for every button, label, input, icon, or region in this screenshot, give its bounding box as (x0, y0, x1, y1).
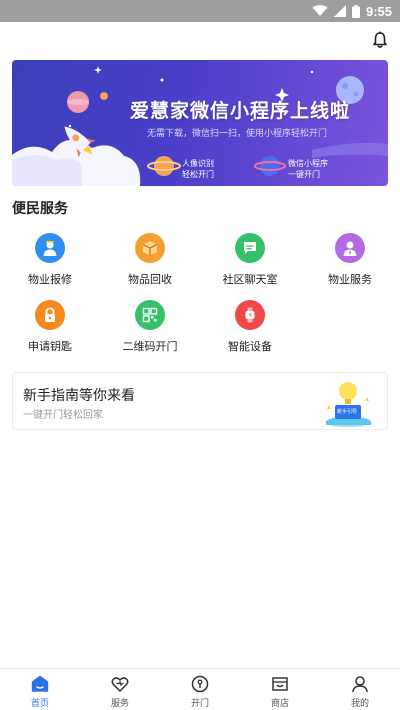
door-open-icon (190, 674, 210, 694)
guide-illustration: 新手引导 (321, 379, 375, 429)
service-label: 物业服务 (328, 273, 372, 286)
tab-service[interactable]: 服务 (80, 669, 160, 710)
bottom-tab-bar: 首页 服务 开门 商店 我的 (0, 668, 400, 710)
banner-feature-face-line1: 人像识别 (182, 159, 214, 168)
tab-service-label: 服务 (110, 699, 129, 709)
tab-open-door[interactable]: 开门 (160, 669, 240, 710)
banner-feature-miniprogram-line2: 一键开门 (288, 170, 320, 179)
service-community-chat[interactable]: 社区聊天室 (210, 233, 290, 287)
smart-watch-icon (235, 300, 265, 330)
tab-mine-label: 我的 (350, 699, 369, 709)
banner-title: 爱慧家微信小程序上线啦 (130, 100, 351, 122)
user-icon (350, 674, 370, 694)
tab-home-label: 首页 (30, 699, 49, 709)
promo-banner[interactable]: 爱慧家微信小程序上线啦 无需下载，微信扫一扫，使用小程序轻松开门 人像识别 轻松… (12, 60, 388, 186)
service-label: 社区聊天室 (222, 273, 278, 286)
beginner-guide-card[interactable]: 新手指南等你来看 一键开门轻松回家 新手引导 (12, 372, 388, 430)
service-item-recycle[interactable]: 物品回收 (110, 233, 190, 287)
repair-person-icon (35, 233, 65, 263)
wifi-icon (312, 5, 328, 17)
banner-subtitle: 无需下载，微信扫一扫，使用小程序轻松开门 (147, 129, 328, 139)
heart-icon (110, 674, 130, 694)
service-label: 物品回收 (128, 273, 172, 286)
banner-feature-miniprogram-line1: 微信小程序 (288, 159, 328, 168)
battery-icon (351, 4, 360, 18)
service-smart-device[interactable]: 智能设备 (210, 300, 290, 354)
signal-icon (333, 5, 346, 17)
status-bar: 9:55 (0, 0, 400, 22)
service-property-service[interactable]: 物业服务 (310, 233, 390, 287)
box-icon (135, 233, 165, 263)
service-label: 二维码开门 (122, 340, 178, 353)
lock-icon (35, 300, 65, 330)
tab-shop-label: 商店 (270, 699, 289, 709)
banner-feature-face-line2: 轻松开门 (182, 170, 214, 179)
service-property-repair[interactable]: 物业报修 (10, 233, 90, 287)
staff-icon (335, 233, 365, 263)
guide-title: 新手指南等你来看 (23, 388, 135, 404)
qr-code-icon (135, 300, 165, 330)
banner-feature-face: 人像识别 轻松开门 (182, 158, 214, 180)
bell-icon[interactable] (370, 30, 390, 50)
shop-icon (270, 674, 290, 694)
service-qr-door[interactable]: 二维码开门 (110, 300, 190, 354)
guide-badge: 新手引导 (337, 409, 358, 415)
guide-subtitle: 一键开门轻松回家 (23, 410, 103, 421)
service-label: 申请钥匙 (28, 340, 72, 353)
tab-mine[interactable]: 我的 (320, 669, 400, 710)
tab-shop[interactable]: 商店 (240, 669, 320, 710)
chat-bubble-icon (235, 233, 265, 263)
home-icon (30, 674, 50, 694)
banner-feature-miniprogram: 微信小程序 一键开门 (288, 158, 328, 180)
top-bar (0, 22, 400, 58)
service-apply-key[interactable]: 申请钥匙 (10, 300, 90, 354)
services-section-title: 便民服务 (12, 201, 68, 217)
status-time: 9:55 (365, 3, 392, 19)
service-label: 智能设备 (228, 340, 272, 353)
tab-open-door-label: 开门 (190, 699, 209, 709)
tab-home[interactable]: 首页 (0, 669, 80, 710)
service-label: 物业报修 (28, 273, 72, 286)
